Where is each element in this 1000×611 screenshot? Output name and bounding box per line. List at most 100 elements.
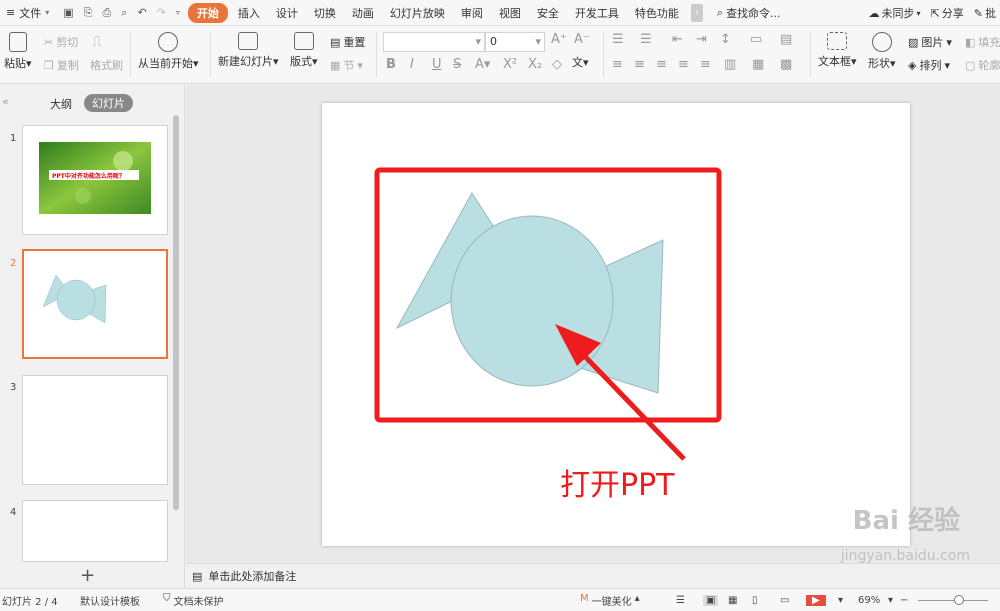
command-search[interactable]: ⌕ 查找命令... — [717, 5, 781, 21]
tab-slideshow[interactable]: 幻灯片放映 — [382, 3, 453, 23]
reset-button[interactable]: ▤ 重置 — [330, 34, 365, 50]
tab-review[interactable]: 审阅 — [453, 3, 491, 23]
align-text-icon[interactable]: ▤ — [780, 32, 792, 47]
file-menu[interactable]: ≡ 文件 ▾ — [0, 5, 55, 21]
italic-icon[interactable]: I — [410, 57, 414, 72]
zoom-slider-handle[interactable] — [954, 595, 964, 605]
slide-thumbnail-3[interactable] — [22, 375, 168, 485]
shape-button[interactable]: 形状▾ — [868, 32, 896, 71]
from-current-slide-button[interactable]: 从当前开始▾ — [138, 32, 199, 71]
format-painter-icon[interactable]: ⎍ — [92, 34, 102, 50]
chevron-right-icon[interactable]: › — [690, 3, 703, 22]
text-direction-icon[interactable]: ▭ — [750, 32, 762, 47]
comment-button[interactable]: ✎ 批 — [974, 5, 996, 21]
underline-icon[interactable]: U — [432, 57, 442, 72]
layout-button[interactable]: 版式▾ — [290, 32, 318, 69]
undo-history-icon[interactable]: ⎘ — [84, 6, 93, 20]
tab-insert[interactable]: 插入 — [230, 3, 268, 23]
columns-icon[interactable]: ▥ — [724, 57, 736, 72]
increase-indent-icon[interactable]: ⇥ — [696, 32, 707, 47]
phonetic-guide-button[interactable]: 文▾ — [572, 54, 589, 70]
notes-toggle-icon[interactable]: ☰ — [676, 595, 685, 606]
document-protection[interactable]: ⛉ 文档未保护 — [163, 593, 224, 608]
collapse-panel-icon[interactable]: « — [2, 95, 9, 108]
justify-icon[interactable]: ≡ — [678, 57, 689, 72]
section-label: 节 — [343, 59, 355, 72]
superscript-icon[interactable]: X² — [503, 57, 517, 72]
slide-sorter-icon[interactable]: ▦ — [728, 595, 737, 606]
chevron-up-icon: ▴ — [634, 592, 640, 604]
align-right-icon[interactable]: ≡ — [656, 57, 667, 72]
section-button[interactable]: ▦ 节 ▾ — [330, 57, 363, 73]
format-painter-button[interactable]: 格式刷 — [90, 57, 123, 73]
share-button[interactable]: ⇱ 分享 — [931, 5, 964, 21]
normal-view-icon[interactable]: ▣ — [703, 594, 719, 606]
baidu-watermark: Bai 经验 — [852, 506, 960, 536]
add-slide-icon[interactable]: + — [80, 565, 95, 586]
notes-view-icon[interactable]: ▭ — [780, 595, 789, 606]
one-click-beautify[interactable]: M 一键美化 ▴ — [580, 593, 640, 608]
decrease-indent-icon[interactable]: ⇤ — [672, 32, 683, 47]
fill-button[interactable]: ◧ 填充 — [965, 34, 1000, 50]
cut-button[interactable]: ✂ 剪切 — [44, 34, 78, 50]
print-preview-icon[interactable]: ⌕ — [121, 6, 127, 20]
tab-developer[interactable]: 开发工具 — [567, 3, 627, 23]
tab-security[interactable]: 安全 — [529, 3, 567, 23]
bullet-list-icon[interactable]: ☰ — [612, 32, 624, 47]
line-spacing-icon[interactable]: ↕ — [720, 32, 731, 47]
clear-format-icon[interactable]: ◇ — [552, 57, 562, 72]
shrink-font-icon[interactable]: A⁻ — [574, 32, 590, 47]
strikethrough-icon[interactable]: S — [453, 57, 461, 72]
panel-scrollbar[interactable] — [173, 115, 179, 510]
align-center-icon[interactable]: ≡ — [634, 57, 645, 72]
slide-thumbnail-1[interactable]: PPT中对齐功能怎么用呢？ — [22, 125, 168, 235]
para-settings-icon[interactable]: ▦ — [752, 57, 764, 72]
textbox-button[interactable]: 文本框▾ — [818, 32, 857, 69]
distribute-icon[interactable]: ≡ — [700, 57, 711, 72]
subscript-icon[interactable]: X₂ — [528, 57, 542, 72]
notes-bar[interactable]: ▤ 单击此处添加备注 — [186, 563, 1000, 588]
font-color-icon[interactable]: A▾ — [475, 57, 490, 72]
bold-icon[interactable]: B — [386, 57, 396, 72]
play-slideshow-icon[interactable]: ▶ — [806, 594, 826, 606]
arrange-button[interactable]: ◈ 排列 ▾ — [908, 57, 950, 73]
tab-home[interactable]: 开始 — [187, 2, 228, 23]
print-icon[interactable]: ⎙ — [102, 6, 111, 20]
sync-button[interactable]: ☁ 未同步 ▾ — [869, 5, 921, 21]
tab-special[interactable]: 特色功能 — [627, 3, 687, 23]
tab-view[interactable]: 视图 — [491, 3, 529, 23]
font-size-combo[interactable]: 0 ▾ — [485, 32, 545, 52]
save-icon[interactable]: ▣ — [63, 6, 73, 19]
grow-font-icon[interactable]: A⁺ — [551, 32, 567, 47]
slide-thumbnail-4[interactable] — [22, 500, 168, 562]
slide-thumbnail-2[interactable] — [22, 249, 168, 359]
reading-view-icon[interactable]: ▯ — [752, 595, 758, 606]
outline-button[interactable]: ▢ 轮廓 — [965, 57, 1000, 73]
zoom-out-icon[interactable]: − — [900, 595, 908, 606]
tab-slides[interactable]: 幻灯片 — [84, 94, 133, 112]
smartart-icon[interactable]: ▩ — [780, 57, 792, 72]
font-name-combo[interactable]: ▾ — [383, 32, 485, 52]
tab-design[interactable]: 设计 — [268, 3, 306, 23]
zoom-slider[interactable] — [918, 600, 988, 601]
tab-outline[interactable]: 大纲 — [50, 96, 72, 112]
tab-transitions[interactable]: 切换 — [306, 3, 344, 23]
current-slide[interactable]: 打开PPT — [322, 103, 910, 546]
paste-button[interactable]: 粘贴▾ — [4, 32, 32, 71]
customize-icon[interactable]: ▿ — [176, 8, 180, 17]
theme-name[interactable]: 默认设计模板 — [80, 593, 140, 608]
undo-icon[interactable]: ↶ — [137, 6, 146, 19]
redo-icon[interactable]: ↷ — [157, 6, 166, 19]
zoom-level[interactable]: 69% — [858, 595, 880, 606]
slide-2-preview — [42, 274, 107, 324]
align-left-icon[interactable]: ≡ — [612, 57, 623, 72]
tab-animations[interactable]: 动画 — [344, 3, 382, 23]
share-icon: ⇱ — [930, 6, 940, 20]
picture-button[interactable]: ▨ 图片 ▾ — [908, 34, 952, 50]
chevron-down-icon[interactable]: ▾ — [888, 595, 893, 606]
new-slide-button[interactable]: 新建幻灯片▾ — [218, 32, 279, 69]
sync-label: 未同步 — [881, 7, 915, 20]
copy-button[interactable]: ❐ 复制 — [44, 57, 79, 73]
chevron-down-icon[interactable]: ▾ — [838, 595, 843, 606]
numbered-list-icon[interactable]: ☰ — [640, 32, 652, 47]
